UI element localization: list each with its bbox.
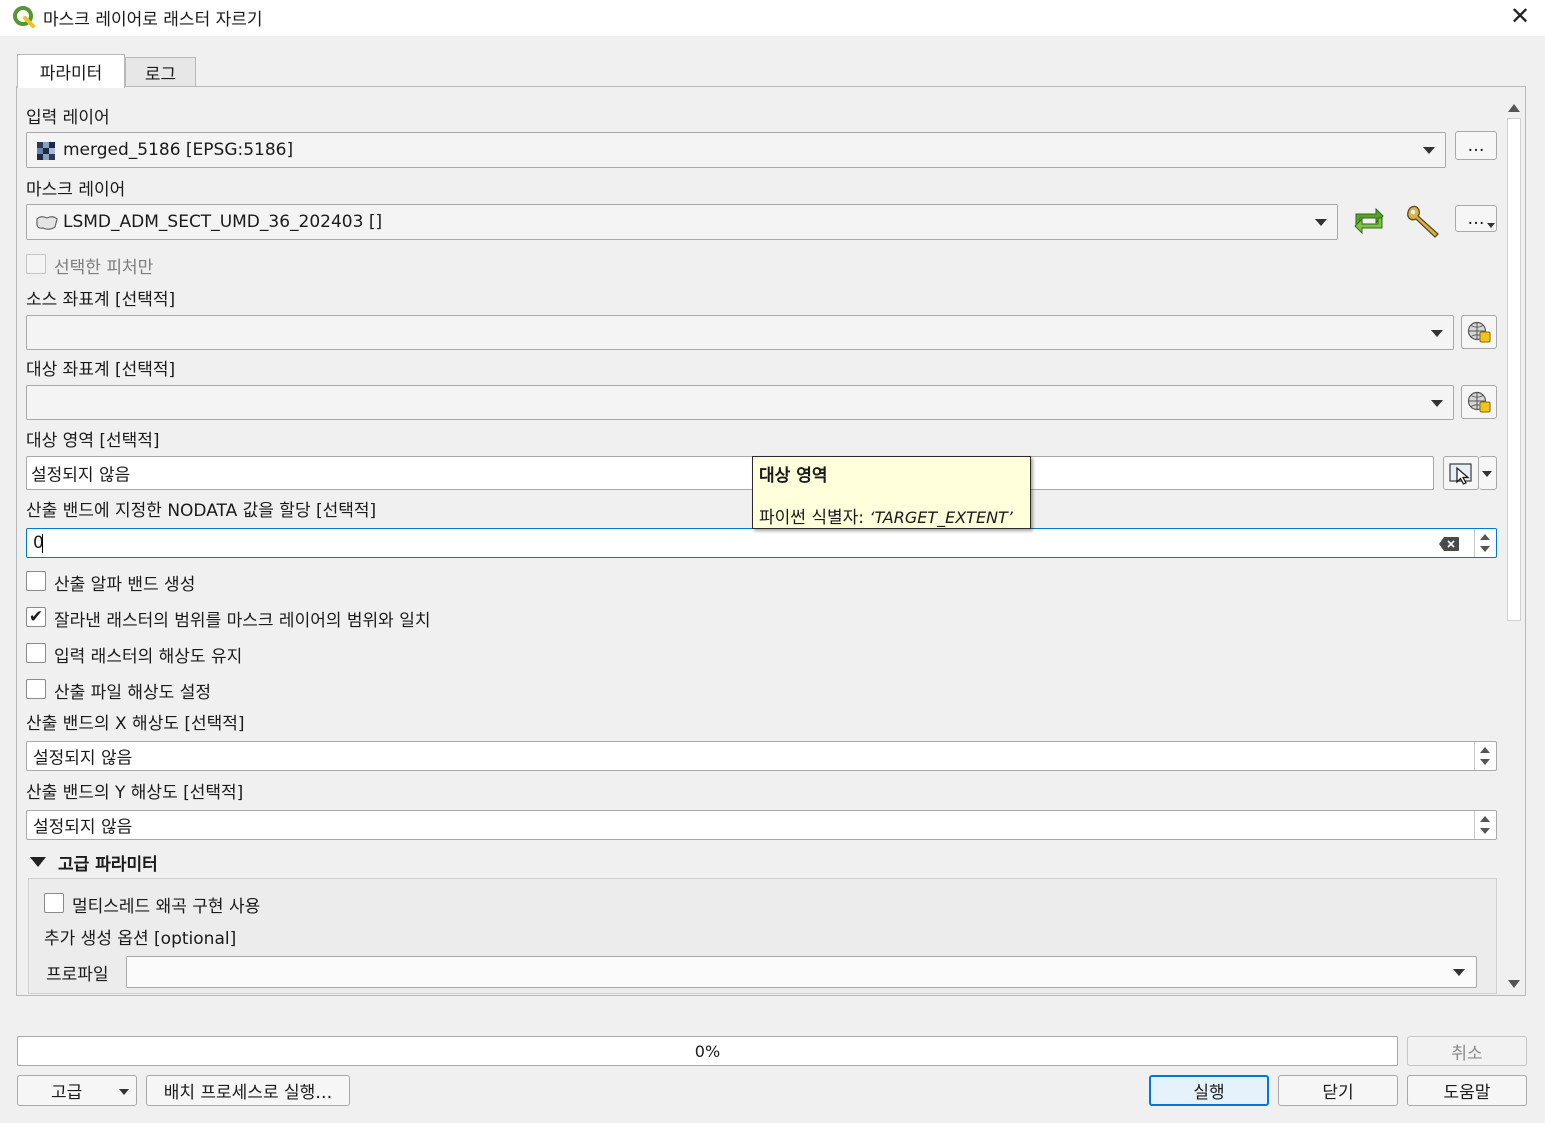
extra-options-label: 추가 생성 옵션 [optional] [44,929,237,949]
tooltip-body: 파이썬 식별자: ‘TARGET_EXTENT’ [759,503,1013,528]
source-crs-select-button[interactable] [1461,315,1497,349]
set-resolution-checkbox[interactable] [26,679,46,699]
source-crs-label: 소스 좌표계 [선택적] [26,290,176,310]
y-resolution-spinner[interactable] [1474,811,1496,839]
chevron-down-icon [119,1089,129,1095]
multithreading-checkbox[interactable] [44,893,64,913]
spin-up-icon[interactable] [1480,816,1490,822]
keep-resolution-checkbox[interactable] [26,643,46,663]
chevron-down-icon [1453,969,1465,976]
y-resolution-label: 산출 밴드의 Y 해상도 [선택적] [26,783,244,803]
close-window-button[interactable]: ✕ [1500,0,1540,32]
selected-only-label: 선택한 피처만 [54,258,154,278]
chevron-down-icon [1482,471,1492,477]
advanced-menu-label: 고급 [51,1083,83,1103]
globe-crs-icon [1467,321,1491,343]
mask-layer-label: 마스크 레이어 [26,180,126,200]
target-extent-input[interactable]: 설정되지 않음 [26,456,1434,490]
text-cursor [42,534,43,553]
chevron-down-icon [1431,400,1443,407]
batch-process-button[interactable]: 배치 프로세스로 실행… [146,1075,350,1106]
nodata-input[interactable]: 0 [26,528,1497,558]
crop-to-cutline-label: 잘라낸 래스터의 범위를 마스크 레이어의 범위와 일치 [54,611,431,631]
polygon-layer-icon [36,216,58,230]
close-button[interactable]: 닫기 [1278,1075,1398,1106]
qgis-logo-icon [13,6,35,28]
mask-layer-browse-label: … [1467,208,1485,229]
input-layer-value: merged_5186 [EPSG:5186] [63,140,294,160]
profile-label: 프로파일 [46,965,109,985]
spin-up-icon[interactable] [1480,747,1490,753]
checkmark-icon: ✔ [28,606,44,627]
map-canvas-select-icon [1449,463,1472,485]
profile-combo[interactable] [126,956,1477,988]
progress-text: 0% [694,1041,721,1061]
help-button[interactable]: 도움말 [1407,1075,1527,1106]
advanced-menu-button[interactable]: 고급 [17,1075,137,1106]
advanced-parameters-header[interactable]: 고급 파라미터 [58,850,158,875]
set-resolution-label: 산출 파일 해상도 설정 [54,683,211,703]
run-button[interactable]: 실행 [1149,1075,1269,1106]
x-resolution-spinner[interactable] [1474,742,1496,770]
chevron-down-icon [1431,330,1443,337]
target-crs-combo[interactable] [26,385,1454,420]
clear-text-icon[interactable] [1438,536,1460,552]
multithreading-label: 멀티스레드 왜곡 구현 사용 [72,897,261,917]
scroll-thumb[interactable] [1507,118,1521,621]
chevron-down-icon [1487,223,1495,228]
y-resolution-value: 설정되지 않음 [33,817,133,838]
scroll-up-icon[interactable] [1508,104,1520,112]
tooltip: 대상 영역 파이썬 식별자: ‘TARGET_EXTENT’ [752,456,1031,529]
chevron-down-icon [1315,219,1327,226]
target-crs-label: 대상 좌표계 [선택적] [26,360,176,380]
tooltip-identifier: ‘TARGET_EXTENT’ [869,508,1013,527]
target-extent-canvas-button[interactable] [1443,456,1479,490]
target-extent-menu-button[interactable] [1479,456,1497,490]
nodata-label: 산출 밴드에 지정한 NODATA 값을 할당 [선택적] [26,501,377,521]
raster-layer-icon [37,142,55,160]
nodata-spinner[interactable] [1474,529,1496,557]
input-layer-label: 입력 레이어 [26,108,110,128]
refresh-icon[interactable] [1350,204,1388,238]
target-extent-value: 설정되지 않음 [31,465,131,486]
selected-only-checkbox[interactable] [26,254,46,274]
crop-to-cutline-checkbox[interactable]: ✔ [26,607,46,627]
vertical-scrollbar[interactable] [1503,98,1525,994]
tooltip-body-prefix: 파이썬 식별자: [759,508,870,528]
input-layer-combo[interactable]: merged_5186 [EPSG:5186] [26,132,1446,168]
alpha-band-checkbox[interactable] [26,571,46,591]
spin-down-icon[interactable] [1480,546,1490,552]
window-title: 마스크 레이어로 래스터 자르기 [43,10,263,30]
wrench-icon[interactable] [1404,202,1444,242]
mask-layer-browse-button[interactable]: … [1455,205,1497,232]
collapse-triangle-icon[interactable] [30,857,46,867]
tab-parameters[interactable]: 파라미터 [17,54,125,88]
target-extent-label: 대상 영역 [선택적] [26,431,160,451]
progress-bar: 0% [17,1036,1398,1066]
spin-down-icon[interactable] [1480,759,1490,765]
x-resolution-value: 설정되지 않음 [33,748,133,769]
input-layer-browse-button[interactable]: … [1455,131,1497,160]
chevron-down-icon [1423,147,1435,154]
target-crs-select-button[interactable] [1461,385,1497,419]
tooltip-title: 대상 영역 [759,466,828,486]
x-resolution-input[interactable]: 설정되지 않음 [26,741,1497,771]
alpha-band-label: 산출 알파 밴드 생성 [54,575,196,595]
x-resolution-label: 산출 밴드의 X 해상도 [선택적] [26,714,245,734]
tab-log[interactable]: 로그 [125,57,196,87]
y-resolution-input[interactable]: 설정되지 않음 [26,810,1497,840]
source-crs-combo[interactable] [26,315,1454,350]
spin-up-icon[interactable] [1480,534,1490,540]
cancel-button[interactable]: 취소 [1407,1036,1527,1066]
globe-crs-icon [1467,391,1491,413]
keep-resolution-label: 입력 래스터의 해상도 유지 [54,647,243,667]
mask-layer-combo[interactable]: LSMD_ADM_SECT_UMD_36_202403 [] [26,204,1338,240]
mask-layer-value: LSMD_ADM_SECT_UMD_36_202403 [] [63,212,383,232]
scroll-down-icon[interactable] [1508,980,1520,988]
spin-down-icon[interactable] [1480,828,1490,834]
